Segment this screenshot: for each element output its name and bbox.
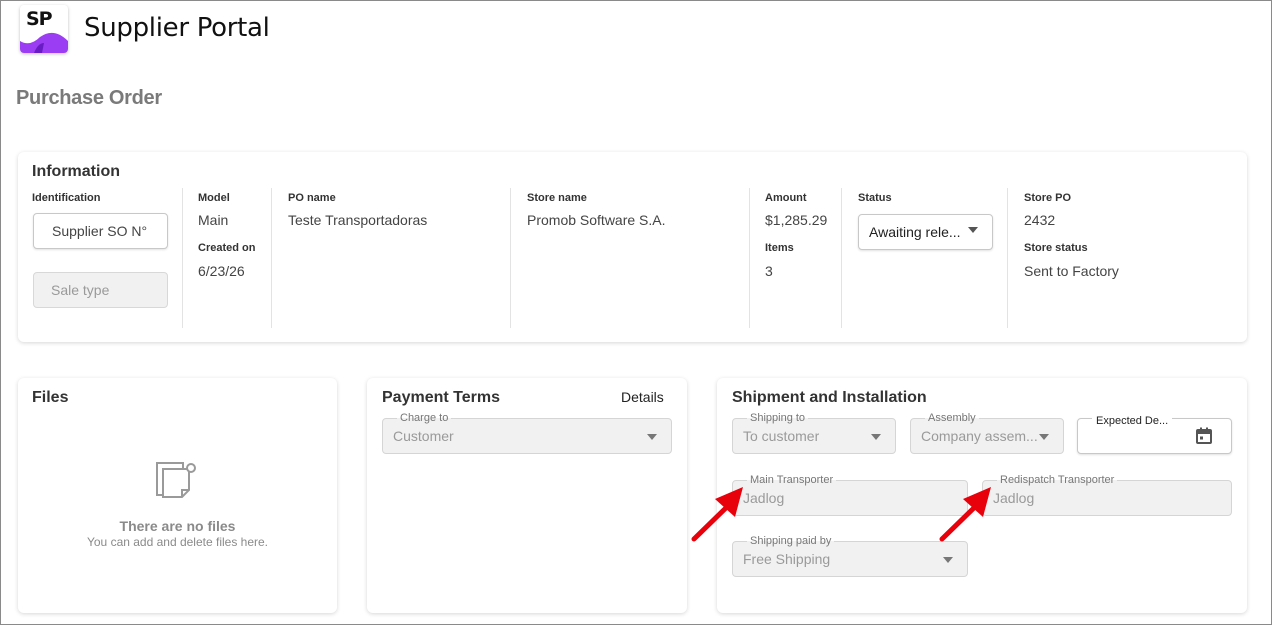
status-label: Status	[858, 192, 892, 204]
logo-shape-icon	[20, 32, 68, 53]
model-value: Main	[198, 212, 229, 228]
no-files-icon	[156, 462, 196, 498]
shipping-paid-by-label: Shipping paid by	[747, 535, 835, 547]
annotation-arrow-icon	[691, 487, 743, 542]
annotation-arrow-icon	[939, 487, 991, 542]
chevron-down-icon	[871, 434, 881, 440]
items-label: Items	[765, 242, 794, 254]
amount-value: $1,285.29	[765, 212, 828, 228]
payment-terms-card: Payment Terms Details Charge to Customer	[367, 378, 687, 613]
shipping-to-value: To customer	[743, 428, 820, 444]
status-value: Awaiting rele...	[869, 224, 961, 240]
information-card: Information Identification Supplier SO N…	[18, 152, 1247, 342]
main-transporter-label: Main Transporter	[747, 474, 837, 486]
divider	[749, 188, 750, 328]
payment-terms-title: Payment Terms	[382, 389, 500, 406]
charge-to-select[interactable]: Charge to Customer	[382, 412, 672, 454]
files-title: Files	[32, 389, 69, 406]
chevron-down-icon	[647, 434, 657, 440]
shipping-paid-by-select[interactable]: Shipping paid by Free Shipping	[732, 535, 968, 577]
created-on-label: Created on	[198, 242, 256, 254]
po-name-value: Teste Transportadoras	[288, 212, 428, 228]
chevron-down-icon	[1039, 434, 1049, 440]
calendar-icon[interactable]	[1195, 427, 1213, 445]
no-files-subtitle: You can add and delete files here.	[86, 535, 269, 549]
expected-delivery-date-field[interactable]: Expected De...	[1077, 415, 1232, 454]
charge-to-value: Customer	[393, 428, 454, 444]
no-files-title: There are no files	[119, 518, 236, 534]
sale-type-button[interactable]: Sale type	[33, 272, 168, 308]
logo-text: SP	[26, 8, 53, 30]
app-title: Supplier Portal	[84, 13, 270, 43]
divider	[841, 188, 842, 328]
chevron-down-icon	[968, 227, 978, 233]
assembly-select[interactable]: Assembly Company assem...	[910, 412, 1064, 454]
shipping-paid-by-value: Free Shipping	[743, 551, 831, 567]
model-label: Model	[198, 192, 230, 204]
created-on-value: 6/23/26	[198, 263, 245, 279]
shipment-title: Shipment and Installation	[732, 389, 927, 406]
store-name-value: Promob Software S.A.	[527, 212, 666, 228]
store-status-label: Store status	[1024, 242, 1088, 254]
store-po-label: Store PO	[1024, 192, 1072, 204]
page-title: Purchase Order	[16, 87, 162, 109]
main-transporter-field[interactable]: Main Transporter Jadlog	[732, 474, 968, 516]
expected-delivery-label: Expected De...	[1092, 415, 1173, 427]
divider	[510, 188, 511, 328]
po-name-label: PO name	[288, 192, 336, 204]
divider	[1007, 188, 1008, 328]
redispatch-transporter-field[interactable]: Redispatch Transporter Jadlog	[982, 474, 1232, 516]
store-status-value: Sent to Factory	[1024, 263, 1119, 279]
files-card: Files There are no files You can add and…	[18, 378, 337, 613]
shipping-to-select[interactable]: Shipping to To customer	[732, 412, 896, 454]
redispatch-transporter-label: Redispatch Transporter	[997, 474, 1118, 486]
supplier-so-button[interactable]: Supplier SO N°	[33, 213, 168, 249]
chevron-down-icon	[943, 557, 953, 563]
identification-label: Identification	[32, 192, 101, 204]
charge-to-label: Charge to	[397, 412, 452, 424]
divider	[182, 188, 183, 328]
assembly-value: Company assem...	[921, 428, 1037, 444]
divider	[271, 188, 272, 328]
shipping-to-label: Shipping to	[747, 412, 809, 424]
store-name-label: Store name	[527, 192, 587, 204]
items-value: 3	[765, 263, 773, 279]
assembly-label: Assembly	[925, 412, 979, 424]
amount-label: Amount	[765, 192, 807, 204]
store-po-value: 2432	[1024, 212, 1056, 228]
information-title: Information	[32, 163, 120, 180]
app-logo: SP	[20, 5, 68, 53]
status-dropdown[interactable]: Awaiting rele...	[858, 214, 993, 250]
details-link[interactable]: Details	[621, 389, 664, 405]
